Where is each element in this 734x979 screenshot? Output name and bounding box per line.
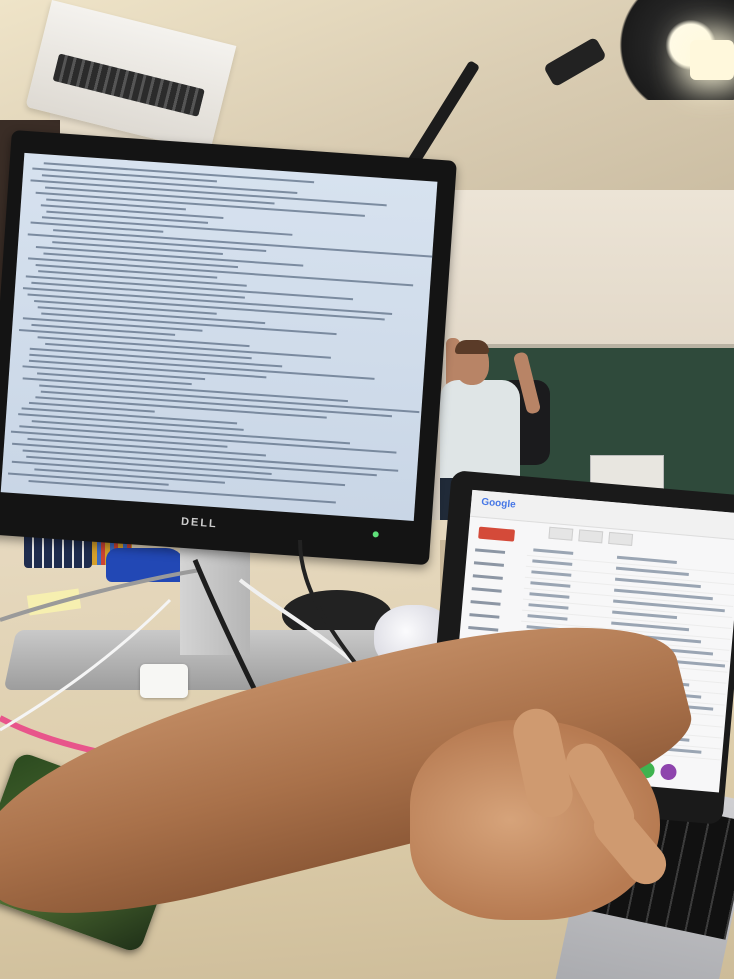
dock-app-icon: [659, 763, 678, 781]
power-led-icon: [372, 531, 379, 538]
monitor-brand-logo: DELL: [180, 515, 219, 531]
sidebar-item: [468, 626, 499, 632]
sidebar-item: [470, 600, 501, 606]
toolbar-button: [608, 531, 634, 546]
code-line: [28, 480, 336, 504]
sidebar-item: [471, 587, 502, 593]
sidebar-item: [475, 548, 506, 554]
compose-button: [478, 526, 516, 542]
usb-adapter: [140, 664, 188, 698]
dell-monitor: DELL: [0, 130, 457, 566]
desk-lamp-light: [690, 40, 734, 80]
sidebar-item: [472, 574, 503, 580]
code-line: [19, 425, 397, 454]
person-hair: [455, 340, 489, 354]
sidebar-item: [469, 613, 500, 619]
code-line: [53, 229, 434, 258]
air-conditioner-vent: [52, 53, 205, 117]
sidebar-item: [473, 561, 505, 567]
code-line: [39, 384, 420, 414]
photo-scene: DELL Google: [0, 0, 734, 979]
person-torso: [440, 380, 520, 485]
back-wall: [430, 190, 734, 360]
toolbar-button: [548, 526, 574, 541]
monitor-screen-code: [0, 152, 438, 521]
toolbar-button: [578, 529, 604, 544]
